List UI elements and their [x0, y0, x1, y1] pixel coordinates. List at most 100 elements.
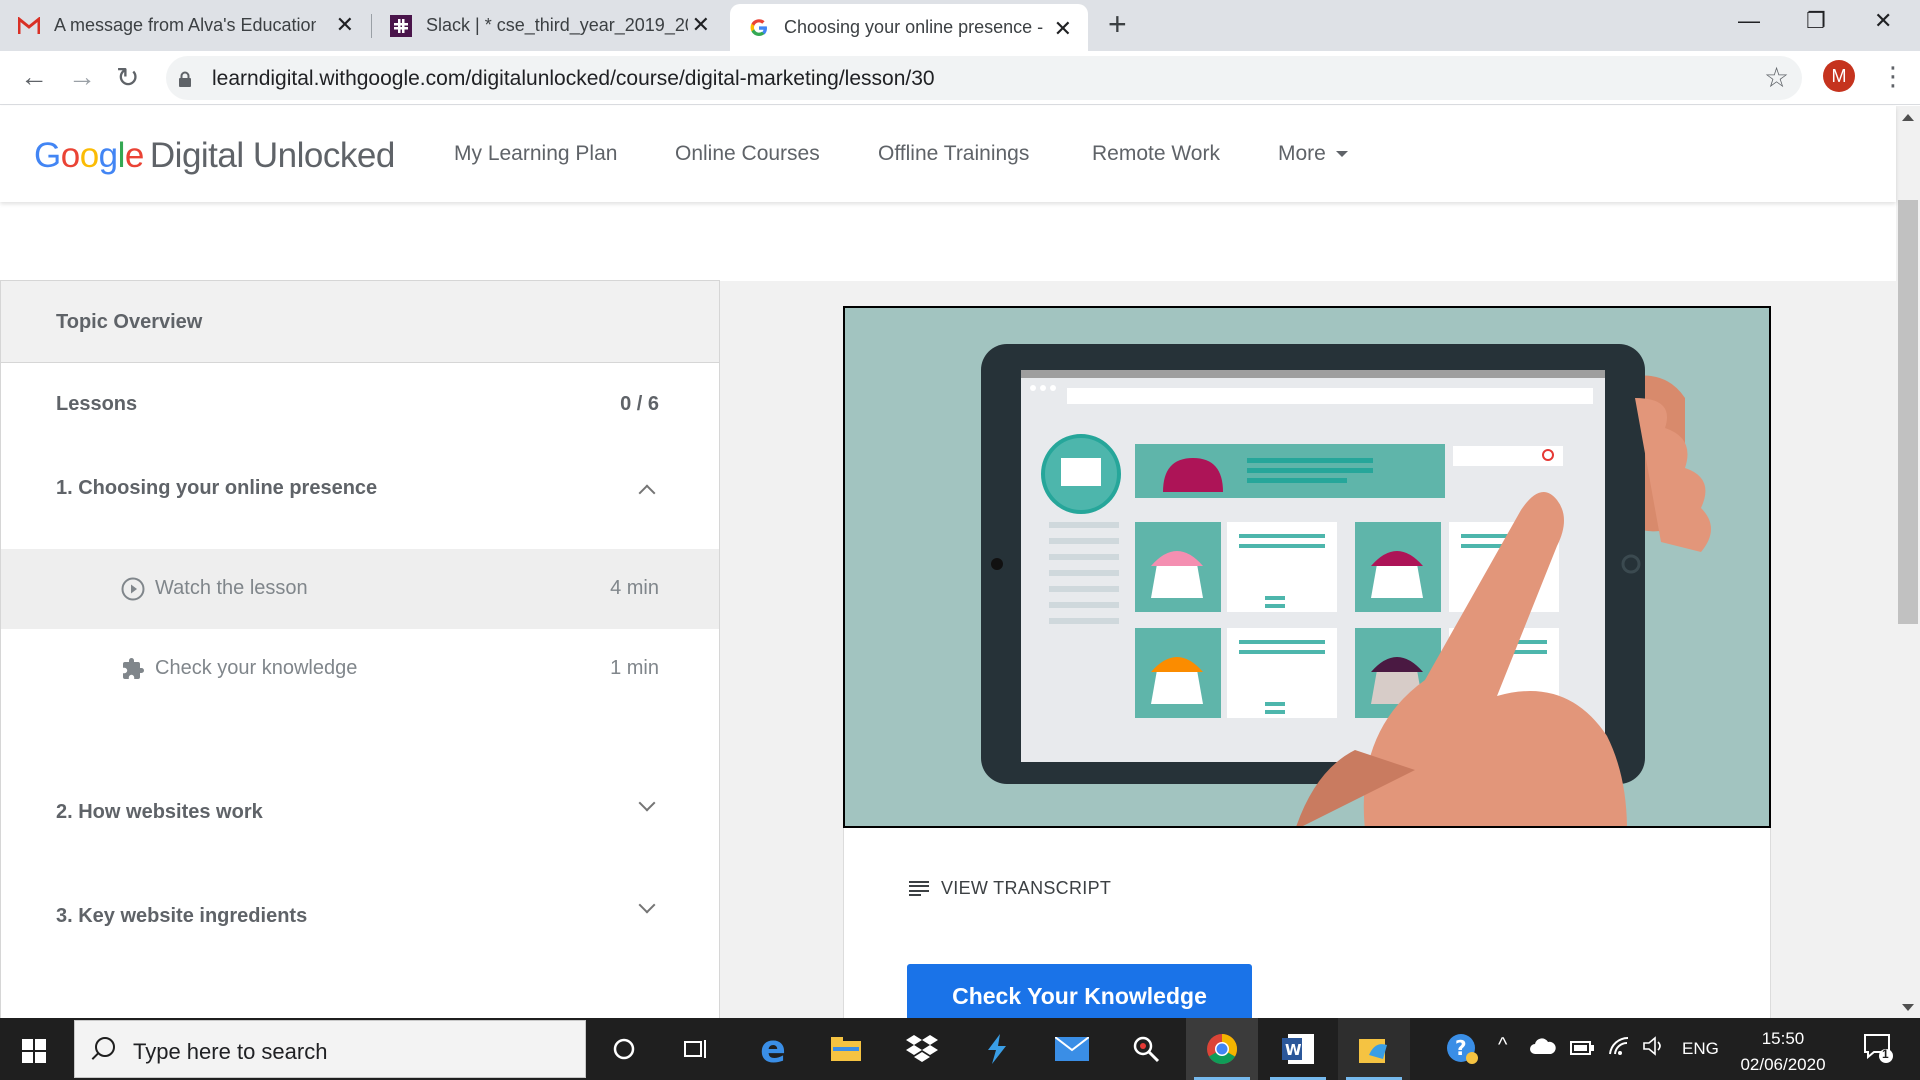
minimize-icon[interactable]: —	[1738, 8, 1760, 34]
taskbar-search[interactable]: Type here to search	[74, 1020, 586, 1078]
close-tab-icon[interactable]: ✕	[1054, 18, 1072, 40]
wifi-icon[interactable]	[1608, 1036, 1630, 1061]
nav-my-learning-plan[interactable]: My Learning Plan	[454, 142, 617, 166]
edge-browser-icon[interactable]: e	[737, 1018, 809, 1080]
lesson-item-quiz[interactable]: Check your knowledge 1 min	[1, 629, 719, 709]
logo-letter: G	[34, 136, 61, 175]
bookmark-star-icon[interactable]: ☆	[1764, 61, 1789, 94]
chevron-up-icon[interactable]	[638, 484, 656, 502]
puzzle-icon	[123, 658, 144, 679]
notification-count: 1	[1882, 1047, 1889, 1061]
system-clock[interactable]: 15:50 02/06/2020	[1718, 1026, 1848, 1078]
topic-title: 2. How websites work	[56, 801, 263, 823]
view-transcript-label: VIEW TRANSCRIPT	[941, 878, 1112, 898]
forward-arrow-icon[interactable]: →	[68, 61, 96, 93]
site-header: Google Digital Unlocked My Learning Plan …	[0, 106, 1896, 202]
tab-active[interactable]: Choosing your online presence - ✕	[730, 4, 1088, 51]
topic-overview-header: Topic Overview	[1, 281, 719, 363]
nav-remote-work[interactable]: Remote Work	[1092, 142, 1220, 166]
clock-date: 02/06/2020	[1740, 1055, 1826, 1074]
topic-title: 1. Choosing your online presence	[56, 477, 378, 499]
nav-more[interactable]: More	[1278, 142, 1348, 166]
logo-letter: o	[79, 136, 99, 175]
url-text[interactable]: learndigital.withgoogle.com/digitalunloc…	[212, 67, 935, 91]
logo-letter: o	[60, 136, 80, 175]
scroll-thumb[interactable]	[1898, 200, 1918, 624]
nav-offline-trainings[interactable]: Offline Trainings	[878, 142, 1029, 166]
new-tab-button[interactable]: +	[1108, 8, 1127, 40]
notifications-icon[interactable]: 1	[1862, 1032, 1894, 1069]
logo-product-name: Digital Unlocked	[149, 136, 395, 175]
battery-icon[interactable]	[1570, 1040, 1594, 1060]
reload-icon[interactable]: ↻	[116, 61, 139, 94]
tablet-illustration	[845, 308, 1769, 826]
chevron-down-icon[interactable]	[638, 896, 656, 914]
browser-toolbar: ← → ↻ learndigital.withgoogle.com/digita…	[0, 51, 1920, 105]
word-icon[interactable]: W	[1262, 1018, 1334, 1080]
lessons-label: Lessons	[56, 393, 138, 415]
lesson-item-watch[interactable]: Watch the lesson 4 min	[1, 549, 719, 629]
scroll-down-arrow-icon[interactable]	[1902, 1004, 1914, 1011]
view-transcript-button[interactable]: VIEW TRANSCRIPT	[909, 878, 1111, 899]
lesson-video[interactable]	[843, 306, 1771, 828]
tab-slack[interactable]: Slack | * cse_third_year_2019_20 ✕	[372, 0, 726, 51]
topic-3-header[interactable]: 3. Key website ingredients	[1, 857, 719, 967]
help-icon[interactable]: ?	[1432, 1018, 1492, 1080]
dropbox-icon[interactable]	[886, 1018, 958, 1080]
volume-icon[interactable]	[1642, 1036, 1666, 1061]
taskbar-search-placeholder: Type here to search	[133, 1039, 328, 1064]
search-icon	[95, 1037, 115, 1057]
lesson-item-label: Watch the lesson	[155, 577, 308, 599]
lesson-item-duration: 1 min	[610, 657, 659, 679]
page-content: Topic Overview Lessons 0 / 6 1. Choosing…	[0, 106, 1896, 1018]
restore-icon[interactable]: ❐	[1806, 8, 1826, 34]
magnifier-app-icon[interactable]	[1110, 1018, 1182, 1080]
site-logo[interactable]: Google Digital Unlocked	[34, 136, 395, 176]
svg-text:?: ?	[1455, 1036, 1467, 1060]
topic-1-header[interactable]: 1. Choosing your online presence	[1, 445, 719, 549]
scroll-up-arrow-icon[interactable]	[1902, 114, 1914, 121]
chrome-icon[interactable]	[1186, 1018, 1258, 1080]
browser-menu-icon[interactable]: ⋮	[1880, 61, 1906, 92]
windows-start-icon[interactable]	[22, 1039, 46, 1063]
notes-icon	[909, 880, 929, 897]
close-tab-icon[interactable]: ✕	[336, 14, 354, 36]
file-explorer-icon[interactable]	[810, 1018, 882, 1080]
language-indicator[interactable]: ENG	[1682, 1039, 1719, 1059]
tab-gmail[interactable]: A message from Alva's Education ✕	[0, 0, 370, 51]
topic-overview-title: Topic Overview	[56, 311, 203, 333]
play-circle-icon	[121, 577, 145, 601]
close-tab-icon[interactable]: ✕	[692, 14, 710, 36]
mail-icon[interactable]	[1036, 1018, 1108, 1080]
topic-2-header[interactable]: 2. How websites work	[1, 761, 719, 857]
lessons-summary: Lessons 0 / 6	[1, 363, 719, 445]
task-view-icon[interactable]	[660, 1018, 732, 1080]
onedrive-cloud-icon[interactable]	[1530, 1038, 1556, 1059]
tab-title: A message from Alva's Education	[54, 15, 316, 35]
logo-letter: g	[98, 136, 118, 175]
windows-taskbar: Type here to search e W ? ^ ENG 15:50 02…	[0, 1018, 1920, 1080]
back-arrow-icon[interactable]: ←	[20, 61, 48, 93]
chevron-down-icon[interactable]	[638, 794, 656, 812]
clock-time: 15:50	[1761, 1029, 1805, 1048]
svg-text:W: W	[1285, 1041, 1302, 1059]
visual-studio-code-icon[interactable]	[962, 1018, 1034, 1080]
lesson-item-duration: 4 min	[610, 577, 659, 599]
explorer-window-icon[interactable]	[1338, 1018, 1410, 1080]
nav-online-courses[interactable]: Online Courses	[675, 142, 820, 166]
logo-letter: l	[117, 136, 126, 175]
google-icon	[748, 17, 770, 39]
lessons-progress: 0 / 6	[620, 393, 659, 415]
caret-down-icon	[1335, 151, 1348, 158]
check-your-knowledge-button[interactable]: Check Your Knowledge	[907, 964, 1252, 1018]
show-hidden-icons-chevron-icon[interactable]: ^	[1498, 1034, 1507, 1057]
gmail-icon	[18, 15, 40, 37]
close-window-icon[interactable]: ✕	[1874, 8, 1892, 34]
cortana-icon[interactable]	[588, 1018, 660, 1080]
lesson-actions: VIEW TRANSCRIPT Check Your Knowledge	[843, 828, 1771, 1018]
nav-more-label: More	[1278, 142, 1326, 165]
topic-sidebar: Topic Overview Lessons 0 / 6 1. Choosing…	[0, 280, 720, 1018]
lock-icon[interactable]	[178, 71, 192, 87]
lesson-item-label: Check your knowledge	[155, 657, 358, 679]
profile-avatar[interactable]: M	[1823, 60, 1855, 92]
